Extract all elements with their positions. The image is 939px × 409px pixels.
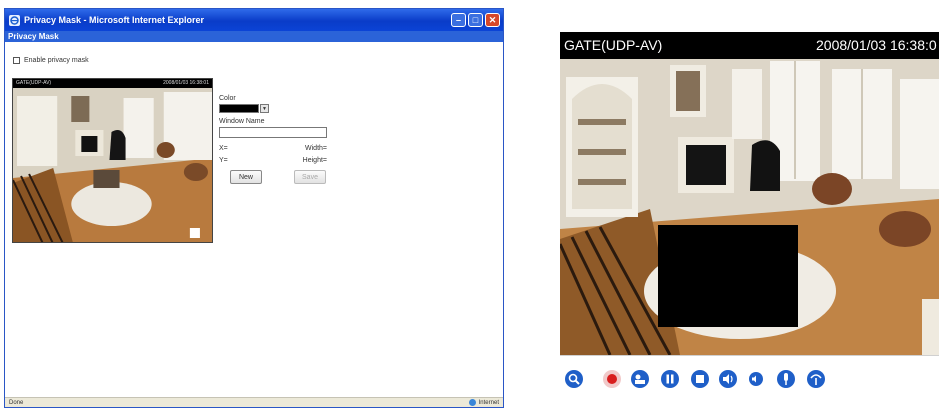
preview-room-image	[13, 88, 212, 242]
color-label: Color	[219, 95, 236, 102]
ie-icon	[9, 14, 20, 26]
window-title: Privacy Mask - Microsoft Internet Explor…	[24, 15, 205, 25]
height-label: Height=	[302, 157, 327, 164]
close-icon[interactable]: ✕	[485, 13, 500, 27]
camera-name: GATE(UDP-AV)	[564, 37, 663, 53]
mute-icon[interactable]	[746, 369, 766, 389]
window-name-label: Window Name	[219, 118, 265, 125]
camera-room-image	[560, 59, 939, 355]
enable-privacy-mask-label: Enable privacy mask	[24, 57, 89, 64]
width-label: Width=	[305, 145, 327, 152]
camera-caption: GATE(UDP-AV) 2008/01/03 16:38:0	[560, 32, 939, 59]
preview-video[interactable]: GATE(UDP-AV) 2008/01/03 16:38:01	[12, 78, 213, 243]
x-label: X=	[219, 145, 228, 152]
globe-icon	[468, 399, 476, 406]
talk-icon[interactable]	[776, 369, 796, 389]
volume-icon[interactable]	[718, 369, 738, 389]
zoom-icon[interactable]	[564, 369, 584, 389]
color-select[interactable]: ▼	[219, 104, 327, 113]
enable-privacy-mask-row[interactable]: Enable privacy mask	[13, 57, 89, 64]
camera-viewer: GATE(UDP-AV) 2008/01/03 16:38:0	[560, 32, 939, 409]
coord-row-x: X= Width=	[219, 145, 327, 152]
coord-row-y: Y= Height=	[219, 157, 327, 164]
preview-camera-name: GATE(UDP-AV)	[16, 80, 52, 86]
new-button[interactable]: New	[230, 170, 262, 184]
record-icon[interactable]	[602, 369, 622, 389]
window-name-input[interactable]	[219, 127, 327, 138]
minimize-icon[interactable]: –	[451, 13, 466, 27]
stop-icon[interactable]	[690, 369, 710, 389]
color-swatch	[219, 104, 259, 113]
save-button[interactable]: Save	[294, 170, 326, 184]
camera-timestamp: 2008/01/03 16:38:0	[816, 37, 937, 53]
maximize-icon[interactable]: □	[468, 13, 483, 27]
status-zone: Internet	[478, 399, 499, 406]
mask-settings-form: Color ▼ Window Name X= Width= Y= Height=…	[219, 95, 327, 184]
page-heading: Privacy Mask	[5, 31, 503, 42]
status-bar: Done Internet	[5, 397, 503, 407]
status-text: Done	[9, 399, 24, 406]
snapshot-icon[interactable]	[630, 369, 650, 389]
window-titlebar[interactable]: Privacy Mask - Microsoft Internet Explor…	[5, 9, 503, 31]
camera-toolbar	[560, 355, 939, 403]
chevron-down-icon[interactable]: ▼	[260, 104, 269, 113]
preview-timestamp: 2008/01/03 16:38:01	[163, 80, 209, 86]
privacy-mask-window: Privacy Mask - Microsoft Internet Explor…	[4, 8, 504, 408]
y-label: Y=	[219, 157, 228, 164]
enable-privacy-mask-checkbox[interactable]	[13, 57, 20, 64]
privacy-mask-region	[658, 225, 798, 327]
pause-icon[interactable]	[660, 369, 680, 389]
speaker-icon[interactable]	[806, 369, 826, 389]
camera-video[interactable]	[560, 59, 939, 355]
preview-caption: GATE(UDP-AV) 2008/01/03 16:38:01	[13, 79, 212, 88]
